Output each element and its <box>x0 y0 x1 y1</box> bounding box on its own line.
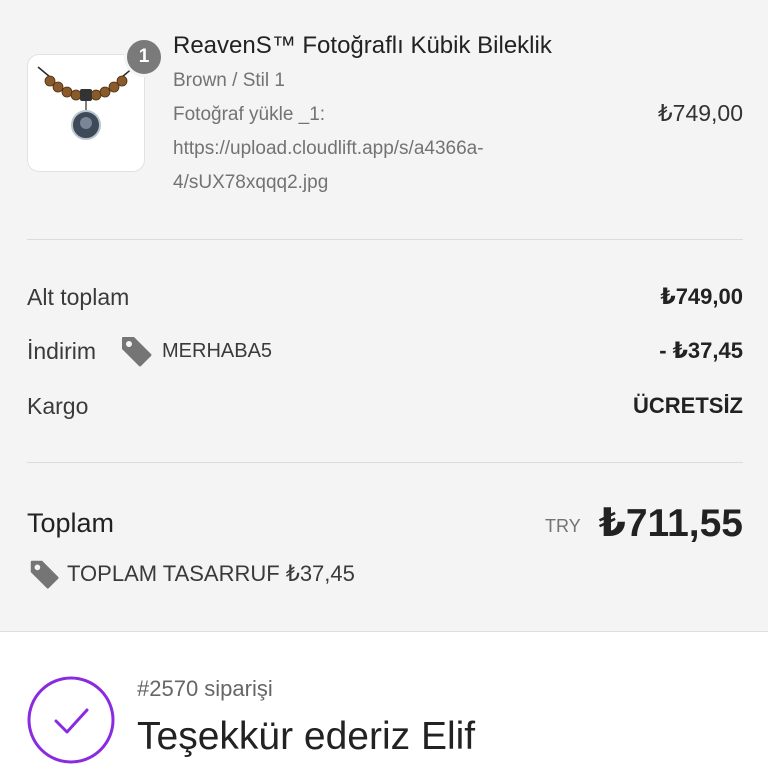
discount-value: - ₺37,45 <box>659 338 743 363</box>
total-value: ₺711,55 <box>598 501 743 545</box>
total-savings: TOPLAM TASARRUF ₺37,45 <box>27 557 355 591</box>
product-meta: Brown / Stil 1 Fotoğraf yükle _1: https:… <box>173 64 623 200</box>
tag-icon <box>118 333 154 369</box>
product-variant: Brown / Stil 1 <box>173 70 285 91</box>
photo-upload-url-line2: 4/sUX78xqqq2.jpg <box>173 172 329 193</box>
photo-upload-url-line1: https://upload.cloudlift.app/s/a4366a- <box>173 138 484 159</box>
product-info: ReavenS™ Fotoğraflı Kübik Bileklik Brown… <box>173 31 623 200</box>
shipping-row: Kargo ÜCRETSİZ <box>27 388 743 424</box>
discount-code-chip: MERHABA5 <box>118 333 272 369</box>
total-label: Toplam <box>27 507 115 538</box>
bracelet-image <box>37 66 135 140</box>
discount-code: MERHABA5 <box>162 339 273 362</box>
quantity-badge: 1 <box>124 37 164 77</box>
subtotal-label: Alt toplam <box>27 283 130 310</box>
product-image <box>27 54 145 172</box>
thank-you-heading: Teşekkür ederiz Elif <box>137 715 476 758</box>
product-title: ReavenS™ Fotoğraflı Kübik Bileklik <box>173 32 552 59</box>
total-row: Toplam TRY ₺711,55 <box>27 498 743 548</box>
tag-icon <box>27 557 61 591</box>
total-amount-group: TRY ₺711,55 <box>545 501 743 546</box>
order-summary: 1 ReavenS™ Fotoğraflı Kübik Bileklik Bro… <box>0 0 768 632</box>
product-thumbnail-wrapper: 1 <box>27 37 164 172</box>
discount-label-group: İndirim MERHABA5 <box>27 333 272 369</box>
divider <box>27 239 743 240</box>
photo-upload-label: Fotoğraf yükle _1: <box>173 104 326 125</box>
shipping-value: ÜCRETSİZ <box>633 393 743 418</box>
shipping-label: Kargo <box>27 392 89 419</box>
divider <box>27 462 743 463</box>
currency-code: TRY <box>545 515 581 536</box>
check-circle-icon <box>27 676 115 764</box>
discount-row: İndirim MERHABA5 - ₺37,45 <box>27 332 743 370</box>
order-number: #2570 siparişi <box>137 676 273 701</box>
subtotal-row: Alt toplam ₺749,00 <box>27 279 743 315</box>
discount-label: İndirim <box>27 337 97 364</box>
product-price: ₺749,00 <box>658 100 743 126</box>
savings-text: TOPLAM TASARRUF ₺37,45 <box>67 561 355 586</box>
subtotal-value: ₺749,00 <box>660 284 743 309</box>
